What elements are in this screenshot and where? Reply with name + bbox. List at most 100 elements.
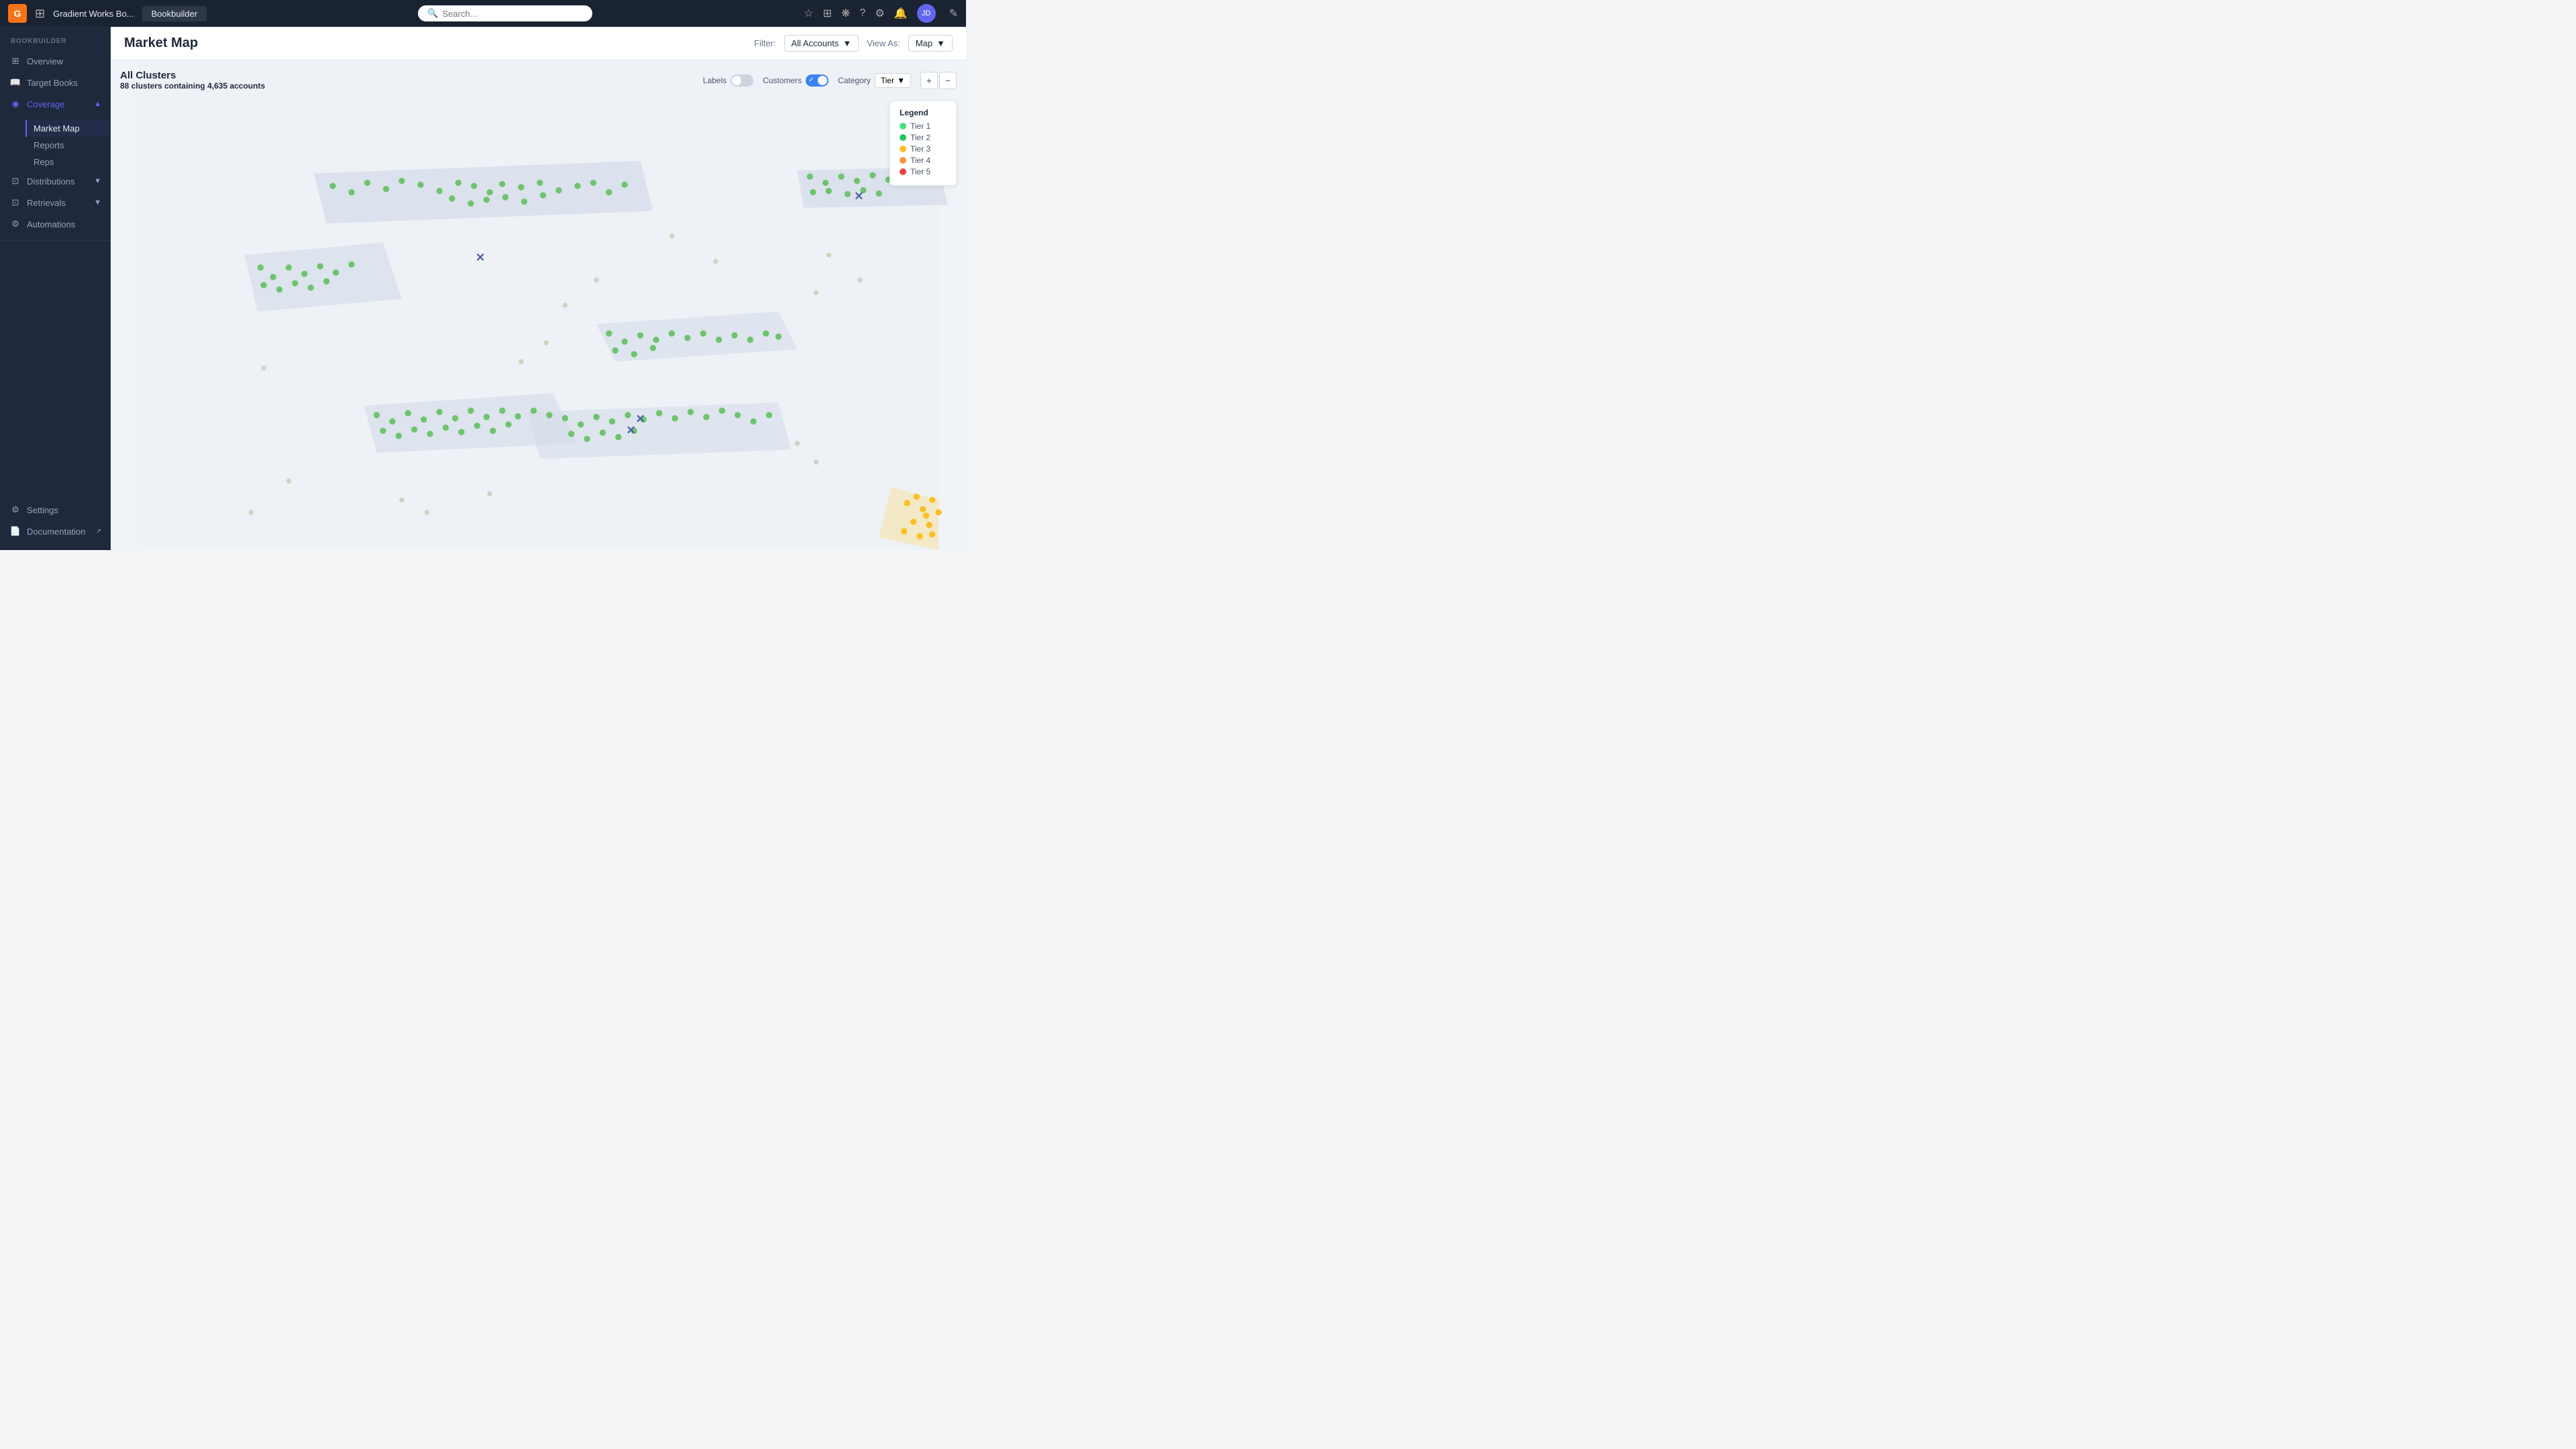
cat-chevron-icon: ▼: [897, 76, 905, 85]
labels-label: Labels: [703, 76, 727, 85]
sidebar-item-settings[interactable]: ⚙ Settings: [0, 499, 111, 521]
map-legend: Legend Tier 1 Tier 2 Tier 3 Tier 4: [890, 101, 957, 186]
grid-icon[interactable]: ⊞: [35, 7, 45, 21]
clusters-count: 88 clusters: [120, 81, 162, 91]
category-select[interactable]: Tier ▼: [875, 73, 911, 88]
toggle-check-icon: ✓: [808, 76, 814, 85]
tier1-label: Tier 1: [910, 121, 930, 131]
automations-label: Automations: [27, 219, 75, 229]
x-marker-1: ✕: [476, 251, 485, 264]
settings-label: Settings: [27, 505, 58, 515]
coverage-icon: ◉: [9, 98, 21, 110]
chevron-up-icon: ▲: [94, 100, 101, 108]
ret-chevron-icon: ▼: [94, 199, 101, 207]
retrievals-icon: ⊡: [9, 197, 21, 209]
tier5-label: Tier 5: [910, 167, 930, 176]
legend-item-tier5: Tier 5: [900, 167, 947, 176]
external-link-icon: ↗: [96, 528, 101, 535]
user-avatar[interactable]: JD: [917, 4, 936, 23]
waffle-icon[interactable]: ❋: [841, 7, 850, 20]
sidebar-item-automations[interactable]: ⚙ Automations: [0, 213, 111, 235]
tier4-label: Tier 4: [910, 156, 930, 165]
map-container[interactable]: All Clusters 88 clusters containing 4,63…: [111, 60, 966, 550]
category-label: Category: [838, 76, 871, 85]
zoom-buttons: + −: [920, 72, 957, 89]
x-marker-2: ✕: [854, 190, 863, 203]
tier3-label: Tier 3: [910, 144, 930, 154]
map-toolbar: All Clusters 88 clusters containing 4,63…: [120, 70, 957, 91]
sidebar-section-title: BOOKBUILDER: [0, 35, 111, 50]
legend-item-tier4: Tier 4: [900, 156, 947, 165]
coverage-children: Market Map Reports Reps: [0, 120, 111, 170]
tier4-dot: [900, 157, 906, 164]
star-icon[interactable]: ☆: [804, 7, 813, 20]
header-controls: Filter: All Accounts ▼ View As: Map ▼: [754, 35, 953, 52]
x-marker-3: ✕: [636, 413, 645, 425]
coverage-row[interactable]: ◉ Coverage ▲: [0, 93, 111, 115]
sidebar: BOOKBUILDER ⊞ Overview 📖 Target Books ◉ …: [0, 27, 111, 550]
legend-item-tier2: Tier 2: [900, 133, 947, 142]
top-nav: G ⊞ Gradient Works Bo... Bookbuilder 🔍 ☆…: [0, 0, 966, 27]
gear-icon[interactable]: ⚙: [875, 7, 884, 20]
bell-icon[interactable]: 🔔: [894, 7, 908, 20]
sidebar-child-market-map[interactable]: Market Map: [25, 120, 111, 137]
grid2-icon[interactable]: ⊞: [823, 7, 832, 20]
nav-icons: ☆ ⊞ ❋ ? ⚙ 🔔 JD: [804, 4, 935, 23]
sidebar-item-retrievals[interactable]: ⊡ Retrievals ▼: [0, 192, 111, 213]
clusters-info: All Clusters 88 clusters containing 4,63…: [120, 70, 265, 91]
search-input[interactable]: [442, 9, 583, 19]
sidebar-item-distributions[interactable]: ⊡ Distributions ▼: [0, 170, 111, 192]
filter-select[interactable]: All Accounts ▼: [784, 35, 859, 52]
customers-toggle-group: Customers ✓: [763, 74, 828, 87]
legend-item-tier1: Tier 1: [900, 121, 947, 131]
sidebar-item-documentation[interactable]: 📄 Documentation ↗: [0, 521, 111, 542]
dist-chevron-icon: ▼: [94, 177, 101, 185]
customers-toggle[interactable]: ✓: [806, 74, 828, 87]
labels-toggle-group: Labels: [703, 74, 753, 87]
tier1-dot: [900, 123, 906, 129]
settings-icon: ⚙: [9, 504, 21, 516]
category-group: Category Tier ▼: [838, 73, 911, 88]
sidebar-item-overview[interactable]: ⊞ Overview: [0, 50, 111, 72]
target-books-label: Target Books: [27, 78, 78, 88]
clusters-title: All Clusters: [120, 70, 265, 81]
distributions-icon: ⊡: [9, 175, 21, 187]
sidebar-child-reports[interactable]: Reports: [25, 137, 111, 154]
tier5-dot: [900, 168, 906, 175]
clusters-subtitle: 88 clusters containing 4,635 accounts: [120, 81, 265, 91]
customers-label: Customers: [763, 76, 802, 85]
page-header: Market Map Filter: All Accounts ▼ View A…: [111, 27, 966, 60]
target-books-icon: 📖: [9, 76, 21, 89]
sidebar-item-coverage: ◉ Coverage ▲ Market Map Reports Reps: [0, 93, 111, 170]
docs-label: Documentation: [27, 527, 85, 537]
main-content: Market Map Filter: All Accounts ▼ View A…: [111, 27, 966, 550]
labels-toggle-knob: [732, 76, 741, 85]
tier3-dot: [900, 146, 906, 152]
sidebar-child-reps[interactable]: Reps: [25, 154, 111, 170]
distributions-label: Distributions: [27, 176, 75, 186]
overview-icon: ⊞: [9, 55, 21, 67]
bookbuilder-tab[interactable]: Bookbuilder: [142, 6, 207, 21]
filter-chevron-icon: ▼: [843, 38, 851, 48]
search-icon: 🔍: [427, 8, 438, 19]
map-controls: Labels Customers ✓: [703, 72, 957, 89]
labels-toggle[interactable]: [731, 74, 753, 87]
zoom-out-button[interactable]: −: [939, 72, 957, 89]
filter-label: Filter:: [754, 38, 776, 48]
docs-icon: 📄: [9, 525, 21, 537]
tier2-dot: [900, 134, 906, 141]
page-title: Market Map: [124, 36, 198, 51]
map-svg: ✕ ✕: [111, 60, 966, 550]
app-logo[interactable]: G: [8, 4, 27, 23]
view-chevron-icon: ▼: [936, 38, 945, 48]
overview-label: Overview: [27, 56, 63, 66]
zoom-in-button[interactable]: +: [920, 72, 938, 89]
view-as-select[interactable]: Map ▼: [908, 35, 953, 52]
edit-icon[interactable]: ✎: [949, 7, 958, 20]
legend-item-tier3: Tier 3: [900, 144, 947, 154]
search-box[interactable]: 🔍: [418, 5, 592, 21]
help-icon[interactable]: ?: [859, 7, 865, 19]
app-body: BOOKBUILDER ⊞ Overview 📖 Target Books ◉ …: [0, 27, 966, 550]
sidebar-item-target-books[interactable]: 📖 Target Books: [0, 72, 111, 93]
accounts-count: 4,635 accounts: [207, 81, 265, 91]
